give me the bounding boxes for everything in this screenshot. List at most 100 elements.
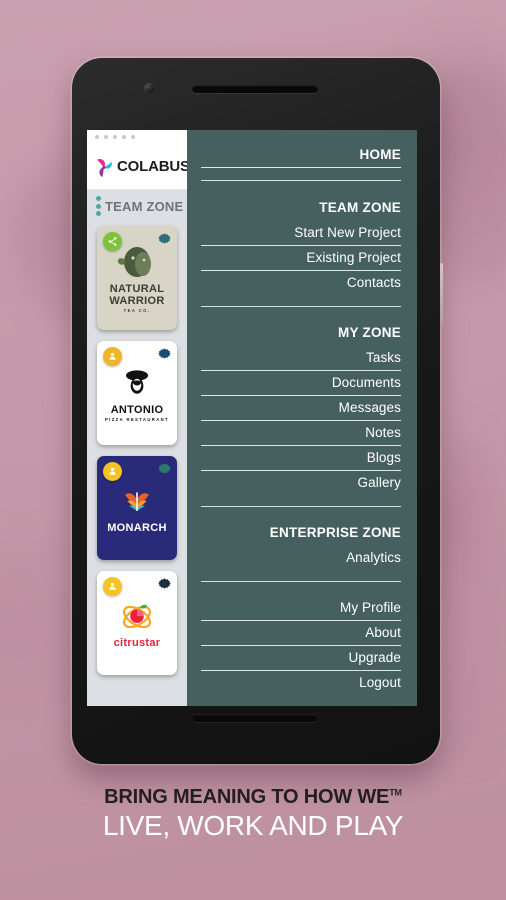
nav-item-label: Tasks xyxy=(365,350,401,365)
drag-grip-dots-icon[interactable] xyxy=(96,196,101,216)
nav-item-underline xyxy=(201,395,401,396)
nav-item-contacts[interactable]: Contacts xyxy=(201,272,401,297)
gear-icon[interactable] xyxy=(156,230,173,247)
section-header-team-zone[interactable]: TEAM ZONE xyxy=(87,190,187,222)
nav-item-label: Upgrade xyxy=(348,650,401,665)
nav-item-label: Messages xyxy=(338,400,401,415)
nav-item-logout[interactable]: Logout xyxy=(201,672,401,697)
status-dot xyxy=(95,135,99,139)
nav-group-divider xyxy=(201,180,401,181)
nav-item-home: HOME xyxy=(201,144,401,169)
nav-item-label: Gallery xyxy=(357,475,401,490)
project-card-list: NATURAL WARRIOR TEA CO. ANTONIO PIZZA RESTA… xyxy=(87,222,187,675)
nav-item-underline xyxy=(201,420,401,421)
nav-item-underline xyxy=(201,270,401,271)
user-icon[interactable] xyxy=(103,577,122,596)
nav-item-about[interactable]: About xyxy=(201,622,401,647)
nav-item-upgrade[interactable]: Upgrade xyxy=(201,647,401,672)
gear-icon[interactable] xyxy=(156,460,173,477)
nav-item-start-new-project[interactable]: Start New Project xyxy=(201,222,401,247)
camera-dot-icon xyxy=(144,83,155,94)
nav-item-messages[interactable]: Messages xyxy=(201,397,401,422)
nav-item-my-zone: MY ZONE xyxy=(201,322,401,347)
nav-item-underline xyxy=(201,445,401,446)
nav-group: TEAM ZONE Start New Project Existing Proje… xyxy=(201,197,401,297)
gear-icon[interactable] xyxy=(156,345,173,362)
phone-screen: COLABUS TEAM ZONE NATURAL WARRIOR TEA CO.… xyxy=(87,130,417,706)
nav-item-label: Existing Project xyxy=(306,250,401,265)
nav-item-label: Blogs xyxy=(366,450,401,465)
nav-group-divider xyxy=(201,506,401,507)
project-card-name: MONARCH xyxy=(107,521,167,534)
nav-item-label: Notes xyxy=(365,425,401,440)
project-card[interactable]: MONARCH xyxy=(97,456,177,560)
nav-item-team-zone: TEAM ZONE xyxy=(201,197,401,222)
status-dot xyxy=(113,135,117,139)
nav-item-enterprise-zone: ENTERPRISE ZONE xyxy=(201,522,401,547)
nav-group: ENTERPRISE ZONE Analytics xyxy=(201,522,401,572)
project-card-subtitle: PIZZA RESTAURANT xyxy=(104,417,170,423)
nav-item-label: Logout xyxy=(359,675,401,690)
project-card[interactable]: ANTONIO PIZZA RESTAURANT xyxy=(97,341,177,445)
nav-item-underline xyxy=(201,645,401,646)
nav-item-label: Contacts xyxy=(346,275,401,290)
share-icon[interactable] xyxy=(103,232,122,251)
project-card[interactable]: NATURAL WARRIOR TEA CO. xyxy=(97,226,177,330)
nav-item-underline xyxy=(201,370,401,371)
project-card-name: ANTONIO xyxy=(110,403,164,416)
tagline-line-2: LIVE, WORK AND PLAY xyxy=(102,810,404,841)
section-header-label: TEAM ZONE xyxy=(105,198,184,214)
status-bar xyxy=(87,130,187,144)
nav-group: My Profile About Upgrade Logout xyxy=(201,597,401,697)
nav-item-underline xyxy=(201,167,401,168)
nav-item-label: My Profile xyxy=(339,600,401,615)
project-logo-icon xyxy=(115,482,159,522)
tagline-block: BRING MEANING TO HOW WETM LIVE, WORK AND… xyxy=(0,786,506,843)
project-card[interactable]: citrustar xyxy=(97,571,177,675)
grip-dot xyxy=(96,196,101,201)
status-dot xyxy=(122,135,126,139)
nav-group-divider xyxy=(201,581,401,582)
grip-dot xyxy=(96,203,101,209)
nav-item-blogs[interactable]: Blogs xyxy=(201,447,401,472)
nav-item-underline xyxy=(201,470,401,471)
tagline-line-1-text: BRING MEANING TO HOW WE xyxy=(104,786,390,808)
nav-item-label: TEAM ZONE xyxy=(319,200,401,215)
user-icon[interactable] xyxy=(103,347,122,366)
app-brand-bar: COLABUS xyxy=(87,144,190,190)
project-logo-icon xyxy=(115,243,159,283)
power-button-icon xyxy=(440,263,443,327)
nav-item-notes[interactable]: Notes xyxy=(201,422,401,447)
nav-item-label: Start New Project xyxy=(294,225,401,240)
nav-item-tasks[interactable]: Tasks xyxy=(201,347,401,372)
nav-item-label: MY ZONE xyxy=(337,325,401,340)
nav-item-label: ENTERPRISE ZONE xyxy=(269,525,401,540)
nav-item-my-profile[interactable]: My Profile xyxy=(201,597,401,622)
phone-mockup: COLABUS TEAM ZONE NATURAL WARRIOR TEA CO.… xyxy=(72,58,443,764)
home-bar-icon xyxy=(192,714,318,722)
project-card-subtitle: TEA CO. xyxy=(123,307,151,313)
nav-item-label: HOME xyxy=(359,147,401,162)
background-silhouette-right-bottom xyxy=(430,430,500,760)
nav-item-underline xyxy=(201,245,401,246)
nav-item-underline xyxy=(201,620,401,621)
project-card-name: citrustar xyxy=(113,636,161,649)
nav-item-gallery[interactable]: Gallery xyxy=(201,472,401,497)
brand-wordmark: COLABUS xyxy=(117,158,190,175)
project-logo-icon xyxy=(115,597,159,637)
project-logo-icon xyxy=(115,364,159,404)
trademark-symbol: TM xyxy=(389,787,402,798)
project-list-column: COLABUS TEAM ZONE NATURAL WARRIOR TEA CO.… xyxy=(87,130,190,706)
navigation-drawer[interactable]: HOME TEAM ZONE Start New Project Existing P… xyxy=(187,130,417,706)
gear-icon[interactable] xyxy=(156,575,173,592)
project-card-name: NATURAL WARRIOR xyxy=(109,283,165,307)
speaker-grille-icon xyxy=(192,85,318,93)
nav-group: MY ZONE Tasks Documents Messages Notes Blogs G… xyxy=(201,322,401,497)
user-icon[interactable] xyxy=(103,462,122,481)
nav-item-label: Documents xyxy=(331,375,401,390)
nav-item-documents[interactable]: Documents xyxy=(201,372,401,397)
colabus-pinwheel-icon xyxy=(97,158,113,177)
nav-item-existing-project[interactable]: Existing Project xyxy=(201,247,401,272)
nav-item-analytics[interactable]: Analytics xyxy=(201,547,401,572)
nav-item-label: About xyxy=(365,625,401,640)
